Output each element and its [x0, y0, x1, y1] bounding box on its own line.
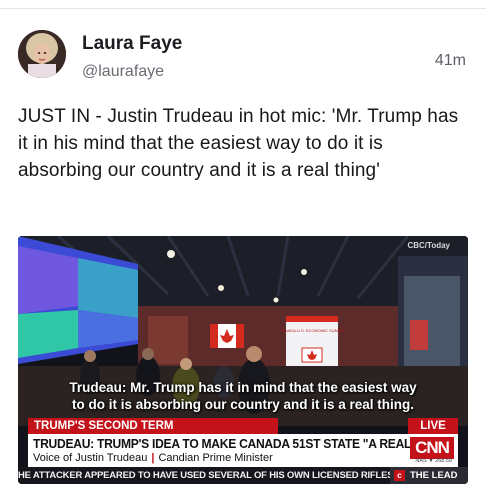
live-badge: LIVE	[408, 418, 458, 434]
show-badge: c THE LEAD	[390, 467, 468, 484]
author-handle[interactable]: @laurafaye	[82, 63, 164, 81]
chyron-main: TRUDEAU: TRUMP'S IDEA TO MAKE CANADA 51S…	[28, 434, 458, 467]
segment-label: TRUMP'S SECOND TERM	[28, 418, 278, 434]
post-timestamp[interactable]: 41m	[435, 52, 466, 70]
news-ticker: HE ATTACKER APPEARED TO HAVE USED SEVERA…	[18, 467, 468, 484]
cnn-logo-icon: CNN	[410, 437, 454, 459]
video-caption: Trudeau: Mr. Trump has it in mind that t…	[18, 379, 468, 413]
speaker-name: Voice of Justin Trudeau	[33, 452, 148, 464]
video-media[interactable]: CANADA-U.S. ECONOMIC SUMMIT CBC/Today Tr…	[18, 236, 468, 484]
subline-separator: |	[151, 452, 155, 464]
chyron-headline: TRUDEAU: TRUMP'S IDEA TO MAKE CANADA 51S…	[33, 436, 452, 451]
avatar-photo	[18, 30, 66, 78]
chyron-subline: Voice of Justin Trudeau | Candian Prime Mi…	[33, 452, 273, 464]
author-name[interactable]: Laura Faye	[82, 33, 182, 55]
market-ticker: NAS ▼ 268.59	[415, 458, 452, 464]
caption-line-2: to do it is absorbing our country and it…	[71, 397, 415, 412]
chyron-top: TRUMP'S SECOND TERM LIVE	[28, 418, 458, 434]
ticker-text: HE ATTACKER APPEARED TO HAVE USED SEVERA…	[18, 470, 396, 481]
post-body-text: JUST IN - Justin Trudeau in hot mic: 'Mr…	[18, 106, 459, 181]
speaker-title: Candian Prime Minister	[158, 452, 273, 464]
source-watermark: CBC/Today	[407, 241, 450, 250]
avatar[interactable]	[18, 30, 66, 78]
show-name: THE LEAD	[410, 470, 458, 481]
summit-sign-text: CANADA-U.S. ECONOMIC SUMMIT	[279, 328, 345, 333]
cnn-mark-icon: c	[394, 470, 405, 481]
post-header: Laura Faye @laurafaye 41m	[18, 30, 470, 86]
caption-line-1: Trudeau: Mr. Trump has it in mind that t…	[69, 380, 417, 395]
top-divider	[0, 8, 486, 9]
